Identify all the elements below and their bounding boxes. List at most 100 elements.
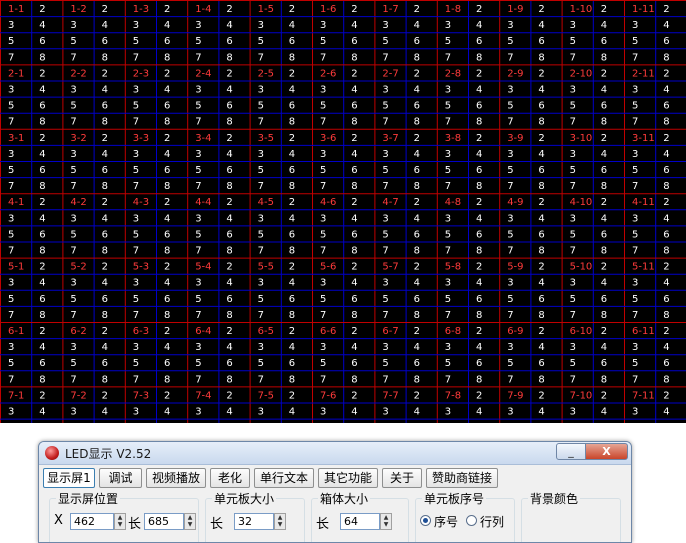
cell-value: 3 [70,149,76,160]
cell-value: 2 [663,390,669,401]
tab-about[interactable]: 关于 [382,468,422,488]
led-grid-svg: 1-121-221-321-421-521-621-721-821-921-10… [0,0,686,423]
cell-value: 7 [133,117,139,128]
cell-value: 4 [351,149,357,160]
cell-value: 2 [226,197,232,208]
cell-value: 8 [538,310,544,321]
cell-value: 6 [538,358,544,369]
cell-value: 5 [382,229,388,240]
position-length-spinner[interactable]: ▲▼ [184,513,196,530]
cell-value: 7 [70,181,76,192]
cell-value: 8 [351,117,357,128]
cell-value: 3 [507,149,513,160]
position-x-input[interactable]: 462 [70,513,114,530]
tab-display-screen-1[interactable]: 显示屏1 [43,468,95,488]
cell-value: 3 [258,149,264,160]
cell-value: 7 [445,117,451,128]
cell-value: 2 [538,390,544,401]
cell-value: 4 [102,20,108,31]
tab-other-functions[interactable]: 其它功能 [318,468,378,488]
radio-row-column[interactable] [466,515,477,526]
tab-video-playback[interactable]: 视频播放 [146,468,206,488]
cell-value: 3 [258,85,264,96]
cell-value: 3 [133,342,139,353]
unit-length-spinner[interactable]: ▲▼ [274,513,286,530]
block-label: 5-11 [632,262,655,273]
cell-value: 6 [39,36,45,47]
cell-value: 4 [601,407,607,418]
cell-value: 6 [351,101,357,112]
cell-value: 5 [258,358,264,369]
tab-single-line-text[interactable]: 单行文本 [254,468,314,488]
block-label: 6-6 [320,326,336,337]
cell-value: 7 [632,246,638,257]
block-label: 5-6 [320,262,336,273]
cell-value: 2 [102,197,108,208]
cell-value: 2 [164,197,170,208]
cell-value: 3 [632,20,638,31]
cell-value: 8 [164,374,170,385]
cell-value: 8 [476,246,482,257]
cell-value: 3 [8,149,14,160]
tab-aging[interactable]: 老化 [210,468,250,488]
box-length-input[interactable]: 64 [340,513,380,530]
cell-value: 6 [414,101,420,112]
block-label: 4-7 [382,197,398,208]
led-test-pattern: 1-121-221-321-421-521-621-721-821-921-10… [0,0,686,423]
block-label: 4-9 [507,197,523,208]
unit-length-input[interactable]: 32 [234,513,274,530]
cell-value: 4 [351,85,357,96]
cell-value: 7 [507,246,513,257]
block-label: 1-3 [133,4,149,15]
position-length-input[interactable]: 685 [144,513,184,530]
cell-value: 2 [538,133,544,144]
tab-sponsor-links[interactable]: 赞助商链接 [426,468,498,488]
cell-value: 2 [39,262,45,273]
cell-value: 3 [8,342,14,353]
cell-value: 7 [382,181,388,192]
cell-value: 3 [570,20,576,31]
cell-value: 6 [164,101,170,112]
cell-value: 5 [70,36,76,47]
cell-value: 2 [663,4,669,15]
cell-value: 5 [133,294,139,305]
group-title: 单元板大小 [212,490,276,507]
cell-value: 5 [133,229,139,240]
cell-value: 2 [164,390,170,401]
position-x-spinner[interactable]: ▲▼ [114,513,126,530]
cell-value: 8 [102,246,108,257]
cell-value: 2 [226,262,232,273]
cell-value: 7 [8,181,14,192]
cell-value: 3 [445,278,451,289]
cell-value: 4 [226,342,232,353]
cell-value: 7 [570,52,576,63]
block-label: 7-1 [8,390,24,401]
cell-value: 3 [632,278,638,289]
block-label: 4-5 [258,197,274,208]
block-label: 6-8 [445,326,461,337]
cell-value: 2 [414,68,420,79]
block-label: 1-11 [632,4,655,15]
cell-value: 4 [164,342,170,353]
cell-value: 3 [507,213,513,224]
tab-debug[interactable]: 调试 [99,468,142,488]
box-length-spinner[interactable]: ▲▼ [380,513,392,530]
cell-value: 6 [414,229,420,240]
cell-value: 3 [570,213,576,224]
cell-value: 5 [195,358,201,369]
title-bar[interactable]: LED显示 V2.52 _ X [39,442,631,465]
cell-value: 2 [538,4,544,15]
cell-value: 6 [226,229,232,240]
length-label: 长 [316,513,329,532]
cell-value: 4 [538,278,544,289]
cell-value: 2 [226,390,232,401]
block-label: 6-4 [195,326,211,337]
cell-value: 4 [226,149,232,160]
cell-value: 8 [102,117,108,128]
minimize-button[interactable]: _ [556,443,586,460]
cell-value: 6 [164,165,170,176]
radio-sequence-number[interactable] [420,515,431,526]
cell-value: 5 [133,101,139,112]
cell-value: 3 [195,20,201,31]
close-button[interactable]: X [585,443,628,460]
